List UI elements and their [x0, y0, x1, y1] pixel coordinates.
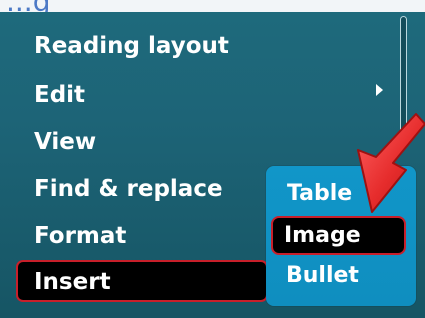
header-strip: ...g	[0, 0, 425, 18]
chevron-right-icon	[376, 84, 383, 96]
menu-item-format[interactable]: Format	[34, 225, 126, 248]
submenu-item-bullet[interactable]: Bullet	[286, 265, 359, 287]
menu-item-view[interactable]: View	[34, 131, 96, 154]
menu-screen: ...g Reading layout Edit View Find & rep…	[0, 0, 425, 318]
menu-item-find-replace[interactable]: Find & replace	[34, 178, 223, 201]
menu-item-insert[interactable]: Insert	[34, 271, 111, 294]
menu-scrollbar[interactable]	[400, 16, 407, 144]
submenu-item-image[interactable]: Image	[284, 225, 361, 247]
submenu-item-table[interactable]: Table	[287, 183, 352, 205]
menu-item-reading-layout[interactable]: Reading layout	[34, 35, 229, 58]
menu-item-edit[interactable]: Edit	[34, 84, 85, 107]
